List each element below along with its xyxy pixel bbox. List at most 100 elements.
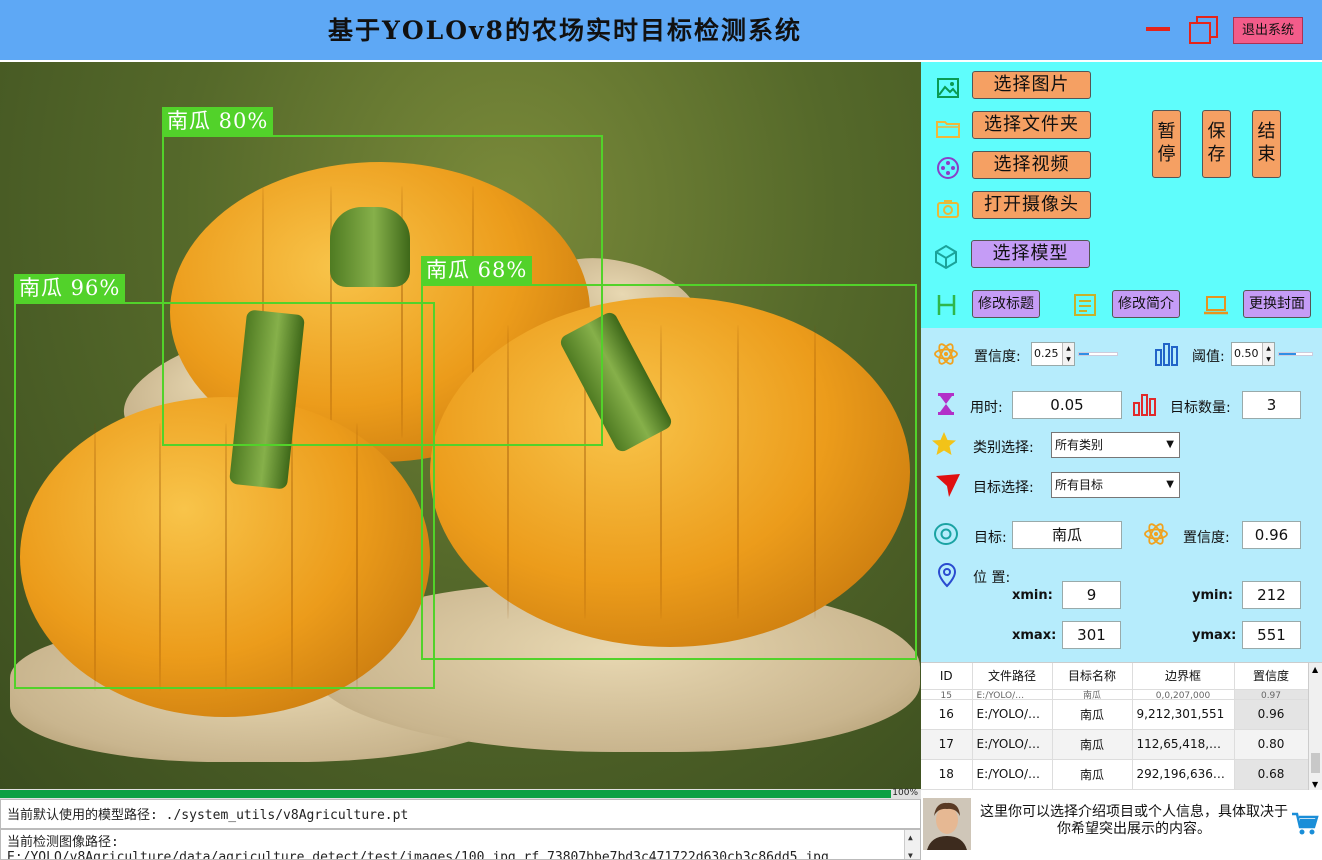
bar-chart-icon [1133, 394, 1156, 416]
class-select-label: 类别选择: [973, 440, 1034, 456]
confidence-spinbox[interactable]: 0.25 ▲ ▼ [1031, 342, 1075, 366]
exit-system-button[interactable]: 退出系统 [1233, 17, 1303, 44]
app-window: 基于YOLOv8的农场实时目标检测系统 退出系统 南瓜 80% 南瓜 96% 南… [0, 0, 1322, 860]
spin-arrows-icon[interactable]: ▲ ▼ [1062, 343, 1074, 365]
bbox-label: 南瓜 96% [14, 274, 126, 302]
iou-spin-value: 0.50 [1234, 347, 1259, 360]
atom-icon [1144, 523, 1168, 545]
table-cell: 0.80 [1234, 729, 1309, 760]
table-scrollbar[interactable] [1308, 663, 1322, 790]
table-row[interactable]: 17 E:/YOLO/… 南瓜 112,65,418,… 0.80 [921, 729, 1309, 760]
heading-icon [937, 295, 956, 315]
table-cell: 南瓜 [1052, 759, 1133, 790]
iou-slider-fill [1279, 353, 1296, 355]
xmin-value-field: 9 [1062, 581, 1121, 609]
column-header-file-path[interactable]: 文件路径 [972, 663, 1053, 690]
confidence-label: 置信度: [974, 349, 1021, 365]
iou-slider[interactable] [1278, 352, 1313, 356]
time-label: 用时: [970, 400, 1003, 416]
table-scroll-thumb[interactable] [1311, 753, 1320, 773]
object-confidence-label: 置信度: [1183, 530, 1230, 546]
bbox-detection-3: 南瓜 68% [421, 256, 917, 660]
progress-bar: 100% [0, 788, 921, 799]
folder-icon [936, 121, 960, 138]
status-scrollbar[interactable] [904, 830, 920, 859]
table-row[interactable]: 15 E:/YOLO/… 南瓜 0,0,207,000 0.97 [921, 689, 1309, 700]
save-button[interactable]: 保存 [1202, 110, 1231, 178]
ymin-label: ymin: [1192, 588, 1233, 603]
table-cell: 112,65,418,… [1132, 729, 1235, 760]
table-cell: 0.97 [1234, 689, 1309, 700]
bar-slider-icon [1155, 343, 1178, 366]
column-header-confidence[interactable]: 置信度 [1234, 663, 1309, 690]
avatar-portrait-icon [923, 798, 971, 850]
target-select-label: 目标选择: [973, 480, 1034, 496]
eye-icon [934, 523, 958, 545]
chevron-down-icon: ▼ [1166, 439, 1174, 450]
edit-title-button[interactable]: 修改标题 [972, 290, 1040, 318]
open-camera-button[interactable]: 打开摄像头 [972, 191, 1091, 219]
change-cover-button[interactable]: 更换封面 [1243, 290, 1311, 318]
atom-icon [934, 343, 958, 365]
ymax-value-field: 551 [1242, 621, 1301, 649]
cursor-arrow-icon [936, 474, 960, 497]
class-select-value: 所有类别 [1055, 438, 1104, 452]
pause-button[interactable]: 暂停 [1152, 110, 1181, 178]
maximize-button[interactable] [1186, 14, 1220, 48]
bbox-label: 南瓜 68% [421, 256, 533, 284]
table-cell: E:/YOLO/… [972, 689, 1053, 700]
results-table[interactable]: ID 文件路径 目标名称 边界框 置信度 15 E:/YOLO/… 南瓜 0,0… [921, 662, 1322, 790]
laptop-icon [1204, 296, 1228, 315]
image-path-status[interactable]: 当前检测图像路径: E:/YOLO/v8Agriculture/data/agr… [0, 829, 921, 860]
detection-image-view: 南瓜 80% 南瓜 96% 南瓜 68% [0, 62, 921, 789]
window-restore-icon [1189, 22, 1211, 44]
table-cell: 15 [921, 689, 973, 700]
model-cube-icon [935, 244, 957, 270]
iou-label: 阈值: [1192, 349, 1225, 365]
iou-spinbox[interactable]: 0.50 ▲ ▼ [1231, 342, 1275, 366]
edit-intro-button[interactable]: 修改简介 [1112, 290, 1180, 318]
select-image-button[interactable]: 选择图片 [972, 71, 1091, 99]
table-cell: 南瓜 [1052, 729, 1133, 760]
avatar[interactable] [923, 798, 971, 850]
target-select-value: 所有目标 [1055, 478, 1104, 492]
table-cell: E:/YOLO/… [972, 699, 1053, 730]
confidence-spin-value: 0.25 [1034, 347, 1059, 360]
progress-label: 100% [892, 788, 918, 798]
table-cell: E:/YOLO/… [972, 759, 1053, 790]
table-row[interactable]: 18 E:/YOLO/… 南瓜 292,196,636… 0.68 [921, 759, 1309, 790]
xmax-value-field: 301 [1062, 621, 1121, 649]
table-row[interactable]: 16 E:/YOLO/… 南瓜 9,212,301,551 0.96 [921, 699, 1309, 730]
chevron-down-icon: ▼ [1166, 479, 1174, 490]
hourglass-icon [938, 393, 954, 415]
table-cell: 292,196,636… [1132, 759, 1235, 790]
window-title: 基于YOLOv8的农场实时目标检测系统 [328, 16, 802, 45]
confidence-slider-fill [1079, 353, 1089, 355]
table-header-row: ID 文件路径 目标名称 边界框 置信度 [921, 663, 1309, 690]
ymin-value-field: 212 [1242, 581, 1301, 609]
spin-arrows-icon[interactable]: ▲ ▼ [1262, 343, 1274, 365]
minimize-button[interactable] [1144, 22, 1172, 38]
select-model-button[interactable]: 选择模型 [971, 240, 1090, 268]
image-path-text: 当前检测图像路径: E:/YOLO/v8Agriculture/data/agr… [7, 835, 829, 860]
model-path-status: 当前默认使用的模型路径: ./system_utils/v8Agricultur… [0, 799, 921, 829]
confidence-slider[interactable] [1078, 352, 1118, 356]
xmin-label: xmin: [1012, 588, 1053, 603]
shopping-cart-icon[interactable] [1291, 810, 1319, 838]
intro-footer: 这里你可以选择介绍项目或个人信息，具体取决于你希望突出展示的内容。 [921, 790, 1322, 860]
class-select-dropdown[interactable]: 所有类别 ▼ [1051, 432, 1180, 458]
control-panel-parameters: 置信度: 0.25 ▲ ▼ 阈值: 0.50 ▲ ▼ 用时: 0.05 目标数量… [921, 328, 1322, 662]
column-header-bbox[interactable]: 边界框 [1132, 663, 1235, 690]
document-icon [1074, 294, 1096, 316]
select-folder-button[interactable]: 选择文件夹 [972, 111, 1091, 139]
count-value-field: 3 [1242, 391, 1301, 419]
stop-button[interactable]: 结束 [1252, 110, 1281, 178]
film-reel-icon [937, 157, 959, 179]
select-video-button[interactable]: 选择视频 [972, 151, 1091, 179]
target-select-dropdown[interactable]: 所有目标 ▼ [1051, 472, 1180, 498]
object-label: 目标: [974, 530, 1007, 546]
column-header-id[interactable]: ID [921, 663, 973, 690]
location-pin-icon [937, 562, 957, 588]
column-header-target-name[interactable]: 目标名称 [1052, 663, 1133, 690]
object-confidence-field: 0.96 [1242, 521, 1301, 549]
